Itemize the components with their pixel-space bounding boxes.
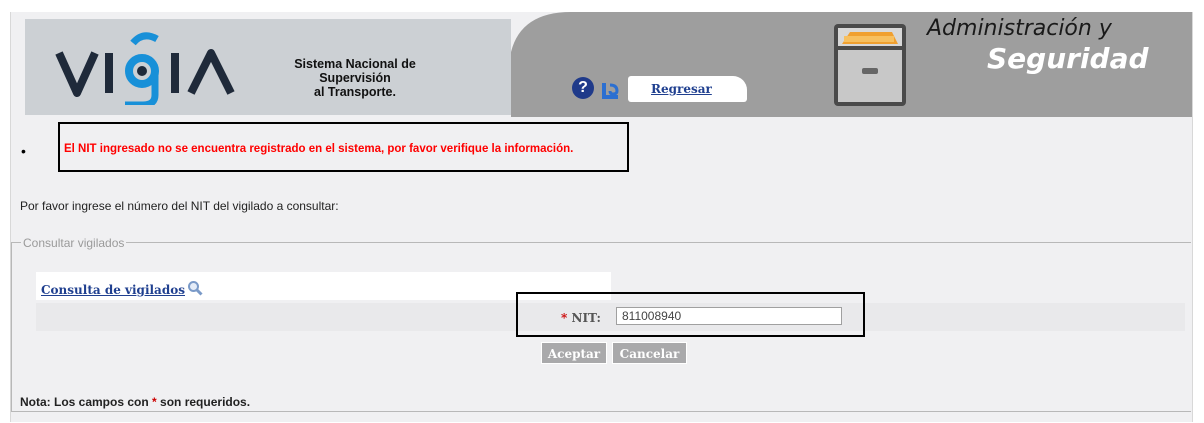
cabinet-icon <box>834 24 906 106</box>
required-note: Nota: Los campos con * son requeridos. <box>20 395 250 409</box>
note-prefix: Nota: Los campos con <box>20 395 149 409</box>
subtitle-line-2: al Transporte. <box>314 85 396 99</box>
error-bullet: • <box>21 143 26 159</box>
search-icon[interactable] <box>187 280 203 296</box>
error-message: El NIT ingresado no se encuentra registr… <box>64 143 574 155</box>
logo-area: Sistema Nacional de Supervisión al Trans… <box>25 19 511 115</box>
section-title-line-1: Administración y <box>927 16 1112 41</box>
note-required-mark: * <box>152 395 157 409</box>
accept-button[interactable]: Aceptar <box>541 342 607 364</box>
section-title-line-2: Seguridad <box>987 42 1149 75</box>
header: Sistema Nacional de Supervisión al Trans… <box>11 12 1192 117</box>
query-vigilados-link[interactable]: Consulta de vigilados <box>41 283 185 297</box>
subtitle-line-1: Sistema Nacional de Supervisión <box>294 57 416 85</box>
cancel-button[interactable]: Cancelar <box>612 342 687 364</box>
nit-highlight-box <box>516 292 865 337</box>
vigia-logo <box>55 32 235 105</box>
back-icon[interactable] <box>601 79 621 99</box>
logo-subtitle: Sistema Nacional de Supervisión al Trans… <box>267 57 443 99</box>
page-frame: Sistema Nacional de Supervisión al Trans… <box>10 12 1193 422</box>
back-link[interactable]: Regresar <box>651 82 712 96</box>
instruction-text: Por favor ingrese el número del NIT del … <box>20 199 339 213</box>
note-suffix: son requeridos. <box>160 395 251 409</box>
fieldset-legend: Consultar vigilados <box>21 236 127 250</box>
help-icon[interactable]: ? <box>572 77 594 99</box>
